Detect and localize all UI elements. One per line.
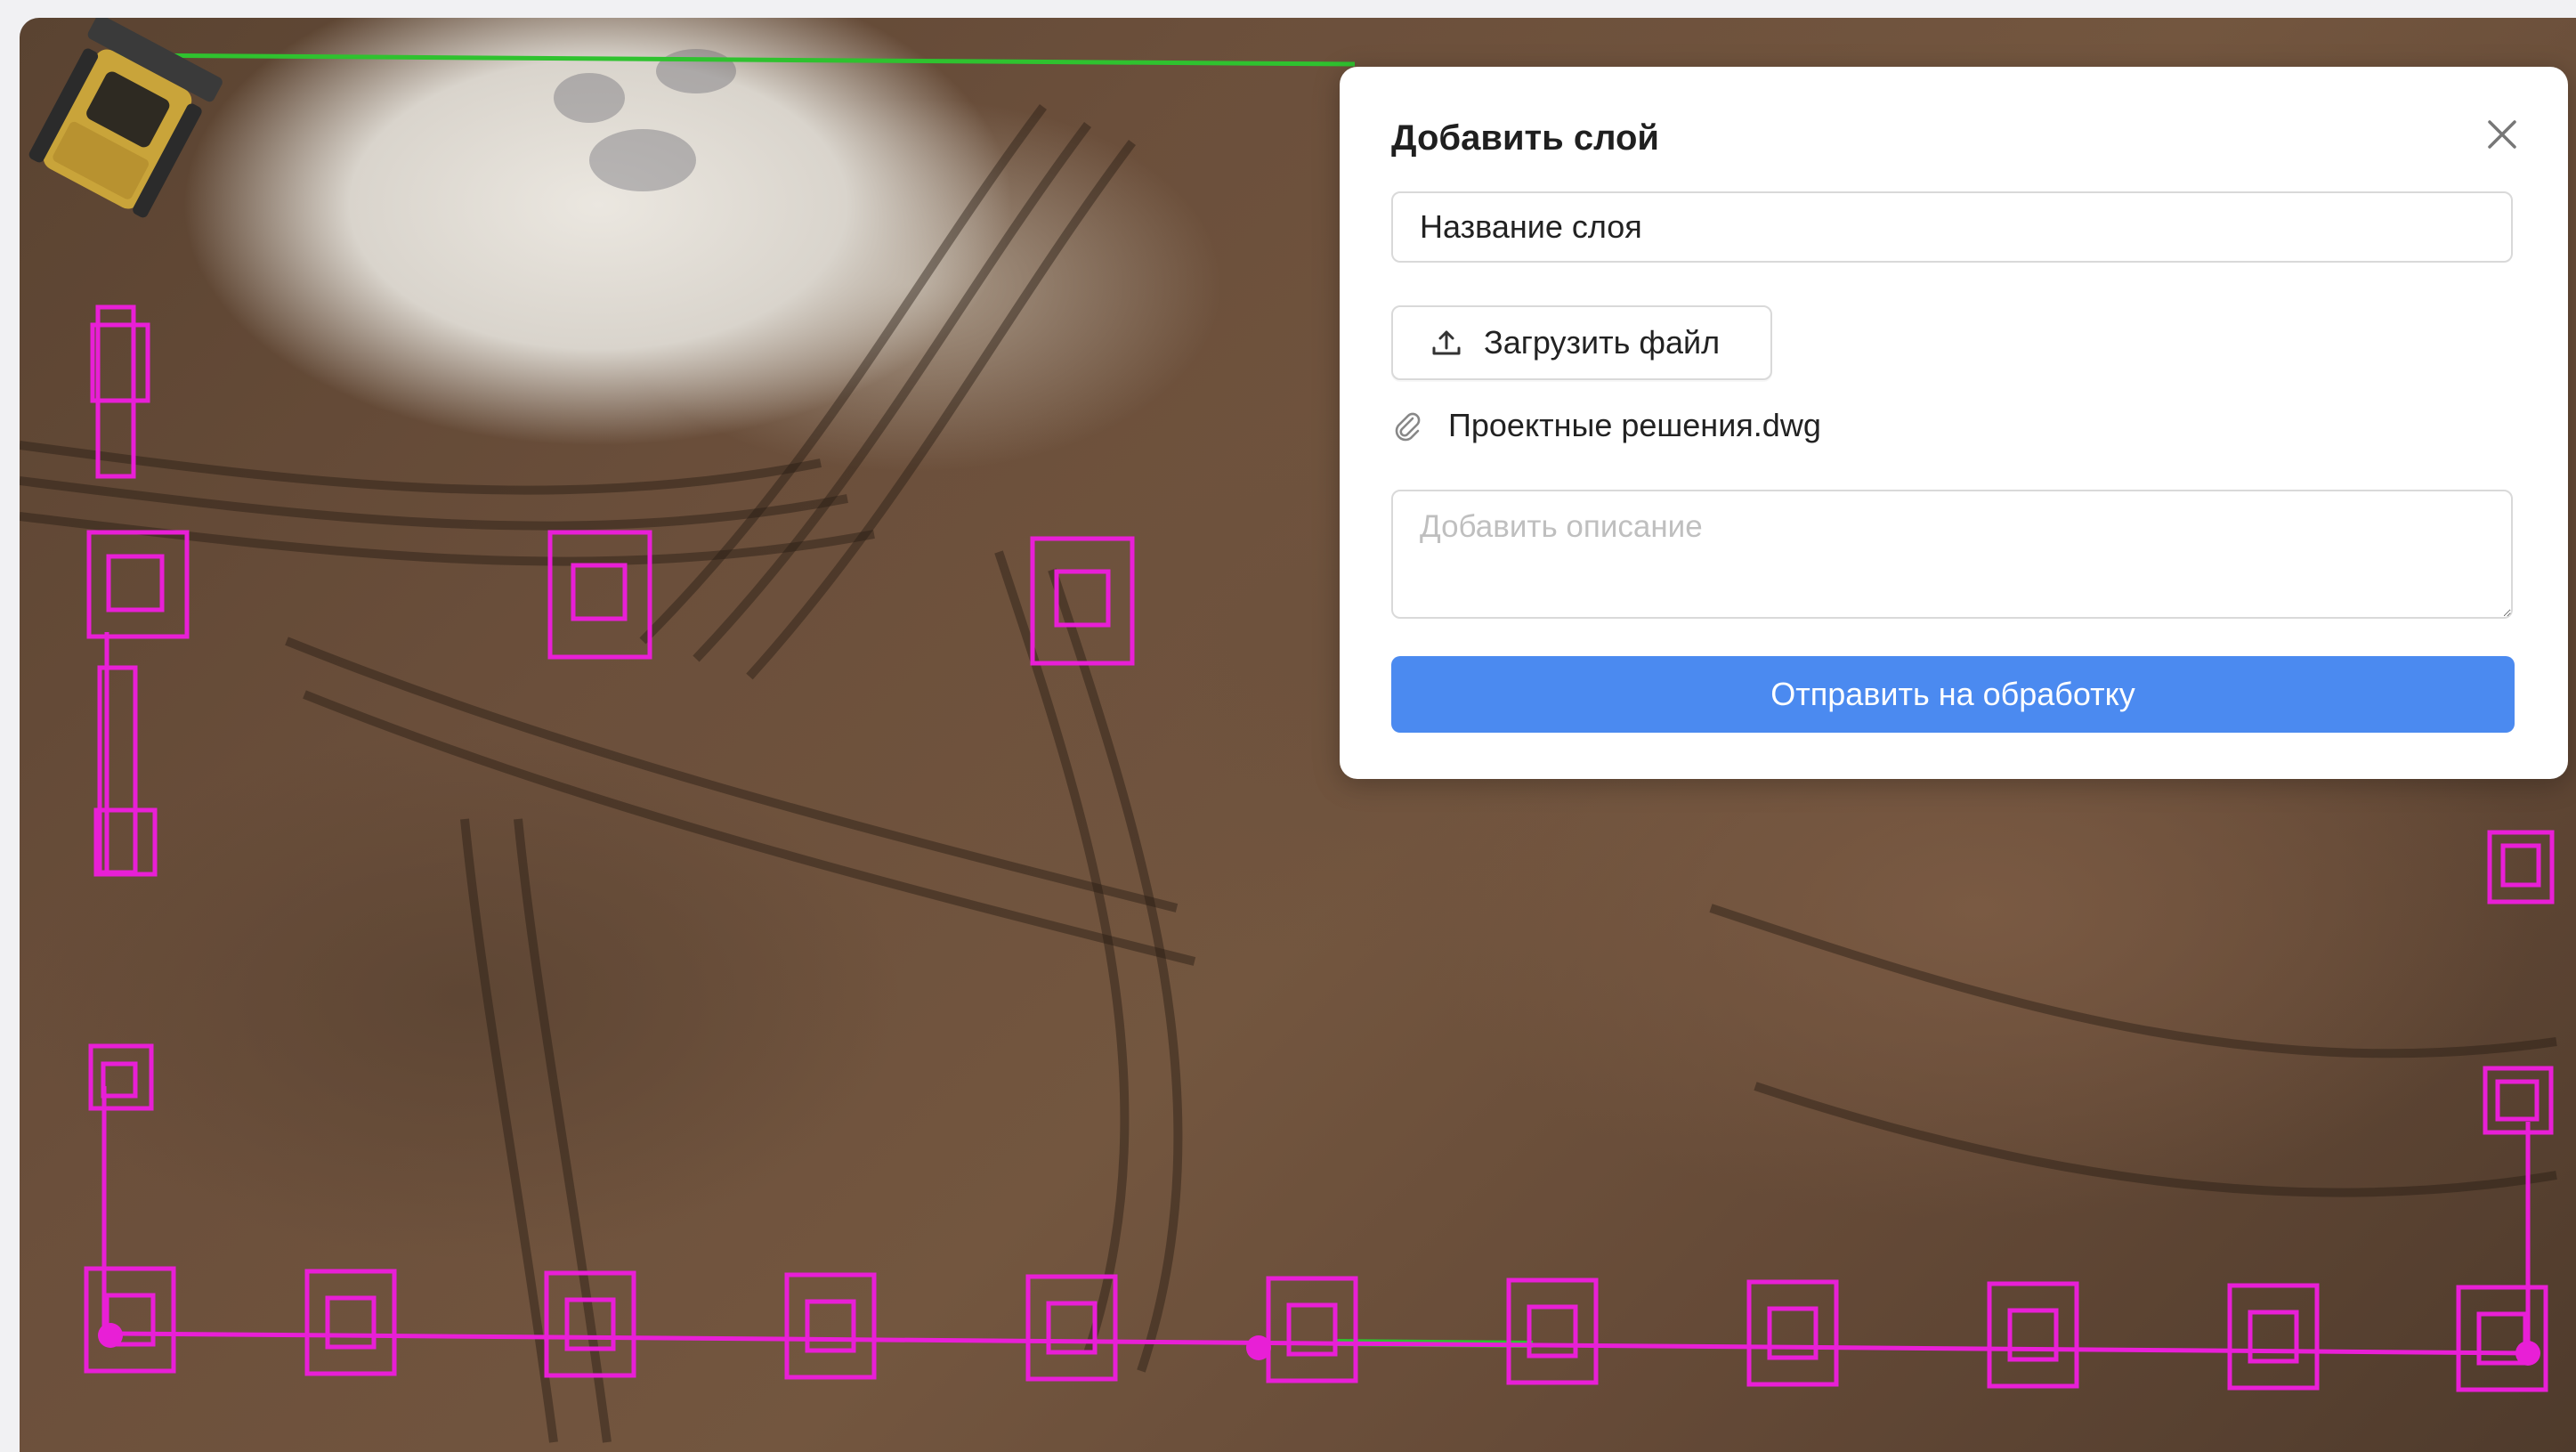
pile-marker (2483, 1066, 2554, 1135)
close-button[interactable] (2481, 113, 2523, 156)
pile-marker (2456, 1285, 2548, 1392)
description-textarea[interactable] (1391, 490, 2513, 619)
upload-file-button[interactable]: Загрузить файл (1391, 305, 1772, 380)
pile-marker (95, 304, 136, 479)
attached-file: Проектные решения.dwg (1391, 403, 1821, 448)
green-survey-line (117, 53, 1356, 67)
pile-marker (2500, 843, 2541, 888)
pile-marker (84, 1266, 176, 1374)
upload-button-label: Загрузить файл (1484, 324, 1721, 361)
rock-piles (554, 49, 736, 191)
pile-marker (784, 1272, 877, 1380)
close-icon (2488, 120, 2516, 149)
pile-marker (88, 1043, 154, 1111)
add-layer-dialog: Добавить слой Загрузить файл Проектные р… (1340, 67, 2568, 779)
pile-marker (571, 563, 628, 621)
paperclip-icon (1395, 412, 1421, 442)
pile-marker (2248, 1310, 2299, 1364)
dialog-title: Добавить слой (1391, 118, 1659, 158)
pile-marker (325, 1295, 377, 1350)
upload-icon (1432, 330, 1461, 355)
pile-marker (90, 322, 150, 403)
pile-marker (106, 554, 165, 612)
pile-marker (547, 530, 652, 660)
layer-name-input[interactable] (1391, 191, 2513, 263)
pile-marker (304, 1269, 397, 1376)
pile-marker (1767, 1306, 1819, 1360)
submit-processing-button[interactable]: Отправить на обработку (1391, 656, 2515, 733)
pile-marker (1266, 1276, 1358, 1383)
foundation-beam-bottom (115, 1331, 2531, 1356)
pile-marker (2495, 1079, 2540, 1122)
pile-marker (86, 530, 190, 639)
pile-marker (2007, 1308, 2059, 1362)
pile-marker (101, 1061, 138, 1099)
pile-marker (2487, 830, 2555, 904)
pile-marker (1987, 1281, 2079, 1389)
pile-marker (1030, 536, 1135, 666)
pile-marker (2227, 1283, 2320, 1391)
attached-file-name[interactable]: Проектные решения.dwg (1448, 407, 1821, 444)
pile-marker (1527, 1304, 1578, 1359)
pile-marker (1286, 1302, 1338, 1357)
pile-marker (1506, 1278, 1599, 1385)
pile-marker (805, 1299, 856, 1353)
pile-marker (1746, 1279, 1839, 1387)
